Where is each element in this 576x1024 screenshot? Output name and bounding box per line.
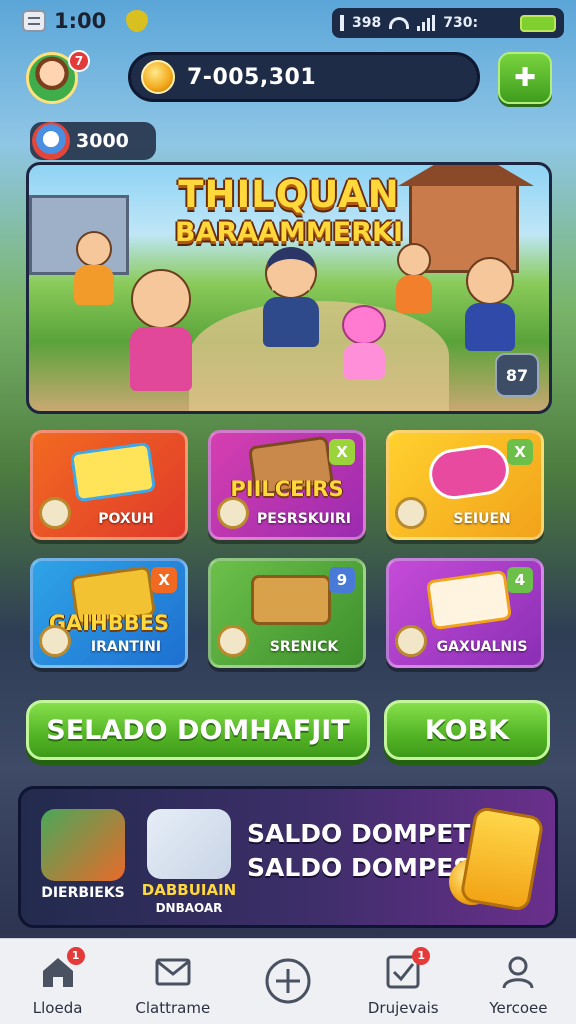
coin-balance-bar[interactable]: 7-005,301 bbox=[128, 52, 480, 102]
coin-icon bbox=[141, 60, 175, 94]
chip-value: 3000 bbox=[76, 130, 129, 152]
game-card-2[interactable]: X PIILCEIRS PESRSKUIRI bbox=[208, 430, 366, 540]
character-kid-orange bbox=[69, 231, 119, 321]
game-art-6 bbox=[425, 569, 513, 631]
game-card-6[interactable]: 4 GAXUALNIS bbox=[386, 558, 544, 668]
character-police bbox=[253, 247, 329, 367]
signal-icon bbox=[417, 15, 436, 31]
nav-item-messages[interactable]: Clattrame bbox=[115, 939, 230, 1024]
game-art-5 bbox=[251, 575, 331, 625]
game-corner-3[interactable]: X bbox=[507, 439, 533, 465]
game-corner-4[interactable]: X bbox=[151, 567, 177, 593]
character-pink-bear bbox=[335, 305, 393, 385]
secondary-action-button[interactable]: KOBK bbox=[384, 700, 550, 760]
game-card-5[interactable]: 9 SRENICK bbox=[208, 558, 366, 668]
hero-banner[interactable]: THILQUAN BARAAMMERKI 87 bbox=[26, 162, 552, 414]
battery-icon bbox=[520, 14, 556, 32]
game-label-4: IRANTINI bbox=[90, 639, 162, 655]
game-card-3[interactable]: X SEIUEN bbox=[386, 430, 544, 540]
profile-icon bbox=[499, 953, 537, 991]
tasks-badge: 1 bbox=[412, 947, 431, 965]
game-label-3: SEIUEN bbox=[453, 511, 511, 527]
promo-text-line2: SALDO DOMPES! bbox=[247, 853, 483, 882]
bottom-navigation: 1 Lloeda Clattrame 1 Drujevais Yercoee bbox=[0, 938, 576, 1024]
mail-icon bbox=[154, 953, 192, 991]
hero-counter-badge[interactable]: 87 bbox=[495, 353, 539, 397]
coin-balance: 7-005,301 bbox=[187, 64, 317, 90]
promo-panel[interactable]: DIERBIEKS DABBUIAIN DNBAOAR SALDO DOMPET… bbox=[18, 786, 558, 928]
promo-app-title-2: DABBUIAIN bbox=[141, 881, 237, 899]
hero-title-line1: THILQUAN bbox=[178, 173, 400, 216]
game-card-4[interactable]: X GAIHBBES IRANTINI bbox=[30, 558, 188, 668]
promo-app-icon-2[interactable] bbox=[147, 809, 231, 879]
message-icon bbox=[22, 10, 46, 32]
task-check-icon: 1 bbox=[384, 947, 431, 991]
game-corner-2[interactable]: X bbox=[329, 439, 355, 465]
character-kid-right bbox=[389, 243, 439, 333]
primary-action-button[interactable]: SELADO DOMHAFJIT bbox=[26, 700, 370, 760]
nav-label-messages: Clattrame bbox=[135, 999, 211, 1017]
home-badge: 1 bbox=[66, 947, 85, 965]
game-card-1[interactable]: POXUH bbox=[30, 430, 188, 540]
reward-button[interactable]: ✚ bbox=[498, 52, 552, 104]
game-badge-2 bbox=[217, 497, 249, 529]
game-art-1 bbox=[69, 441, 157, 503]
game-corner-6[interactable]: 4 bbox=[507, 567, 533, 593]
nav-item-tasks[interactable]: 1 Drujevais bbox=[346, 939, 461, 1024]
avatar-notification-badge: 7 bbox=[68, 50, 90, 72]
status-time-right: 730: bbox=[443, 15, 479, 31]
game-badge-3 bbox=[395, 497, 427, 529]
chip-counter[interactable]: 3000 bbox=[30, 122, 156, 160]
game-badge-6 bbox=[395, 625, 427, 657]
promo-wallet-icon bbox=[459, 805, 545, 913]
nav-item-home[interactable]: 1 Lloeda bbox=[0, 939, 115, 1024]
status-carrier-text: 398 bbox=[352, 15, 382, 31]
status-time: 1:00 bbox=[54, 9, 107, 33]
game-badge-4 bbox=[39, 625, 71, 657]
nav-label-tasks: Drujevais bbox=[367, 999, 439, 1017]
wifi-icon bbox=[389, 17, 410, 29]
game-label-6: GAXUALNIS bbox=[436, 639, 528, 655]
home-icon: 1 bbox=[39, 947, 85, 991]
shield-icon bbox=[126, 10, 149, 32]
gift-icon: ✚ bbox=[514, 63, 536, 93]
plus-circle-icon bbox=[264, 957, 312, 1005]
chip-icon bbox=[32, 122, 70, 160]
promo-app-label-1: DIERBIEKS bbox=[41, 885, 125, 901]
character-kid-pink bbox=[121, 269, 201, 411]
game-label-5: SRENICK bbox=[269, 639, 339, 655]
sim-icon bbox=[340, 15, 344, 31]
game-label-2: PESRSKUIRI bbox=[257, 511, 351, 527]
game-badge-1 bbox=[39, 497, 71, 529]
game-badge-5 bbox=[217, 625, 249, 657]
game-art-3 bbox=[425, 441, 513, 503]
nav-item-profile[interactable]: Yercoee bbox=[461, 939, 576, 1024]
game-label-1: POXUH bbox=[98, 511, 154, 527]
promo-text-line1: SALDO DOMPET bbox=[247, 819, 471, 848]
status-left: 1:00 bbox=[22, 9, 149, 33]
nav-label-home: Lloeda bbox=[32, 999, 83, 1017]
status-right-panel: 398 730: bbox=[332, 8, 564, 38]
game-corner-5[interactable]: 9 bbox=[329, 567, 355, 593]
promo-app-label-2: DNBAOAR bbox=[155, 901, 223, 915]
character-kid-blue bbox=[455, 257, 525, 367]
status-bar: 1:00 398 730: bbox=[0, 0, 576, 44]
nav-label-profile: Yercoee bbox=[489, 999, 548, 1017]
promo-app-icon-1[interactable] bbox=[41, 809, 125, 881]
nav-item-add[interactable] bbox=[230, 939, 345, 1024]
